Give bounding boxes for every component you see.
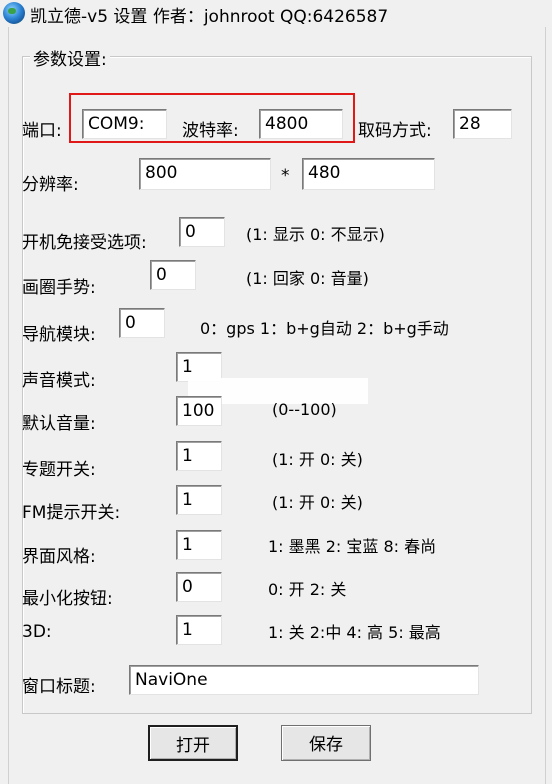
gesture-hint: (1: 回家 0: 音量) — [246, 269, 369, 288]
window-title-input[interactable]: NaviOne — [129, 665, 479, 695]
topic-switch-hint: (1: 开 0: 关) — [272, 450, 363, 469]
resolution-label: 分辨率: — [22, 175, 79, 195]
gesture-label: 画圈手势: — [22, 278, 96, 298]
group-title: 参数设置: — [30, 45, 110, 70]
3d-label: 3D: — [22, 622, 52, 642]
topic-switch-label: 专题开关: — [22, 460, 96, 480]
window-title: 凯立德-v5 设置 作者：johnroot QQ:6426587 — [30, 7, 389, 27]
boot-option-input[interactable]: 0 — [179, 217, 225, 247]
3d-hint: 1: 关 2:中 4: 高 5: 最高 — [268, 623, 441, 642]
gesture-input[interactable]: 0 — [150, 260, 196, 290]
minimize-button-input[interactable]: 0 — [176, 572, 222, 602]
ui-style-hint: 1: 墨黑 2: 宝蓝 8: 春尚 — [268, 537, 437, 556]
nav-module-hint: 0：gps 1：b+g自动 2：b+g手动 — [200, 319, 449, 338]
ui-style-label: 界面风格: — [22, 547, 96, 567]
boot-option-hint: (1: 显示 0: 不显示) — [246, 225, 385, 244]
port-label: 端口: — [22, 121, 62, 141]
resolution-width-input[interactable]: 800 — [139, 158, 271, 190]
3d-input[interactable]: 1 — [176, 615, 222, 645]
volume-label: 默认音量: — [22, 414, 96, 434]
fm-switch-label: FM提示开关: — [22, 503, 121, 523]
resolution-separator: * — [281, 166, 290, 186]
highlight-box — [69, 93, 355, 143]
open-button[interactable]: 打开 — [148, 725, 238, 761]
resolution-height-input[interactable]: 480 — [302, 158, 435, 190]
sound-mode-label: 声音模式: — [22, 371, 96, 391]
minimize-button-label: 最小化按钮: — [22, 589, 113, 609]
minimize-button-hint: 0: 开 2: 关 — [268, 580, 347, 599]
fm-switch-hint: (1: 开 0: 关) — [272, 493, 363, 512]
boot-option-label: 开机免接受选项: — [22, 233, 147, 253]
title-bar: 凯立德-v5 设置 作者：johnroot QQ:6426587 — [0, 0, 552, 27]
window-title-label: 窗口标题: — [22, 677, 96, 697]
topic-switch-input[interactable]: 1 — [176, 441, 222, 471]
nav-module-label: 导航模块: — [22, 325, 96, 345]
save-button[interactable]: 保存 — [281, 725, 371, 761]
globe-icon — [3, 2, 25, 24]
volume-input[interactable]: 100 — [176, 396, 222, 426]
mode-input[interactable]: 28 — [453, 109, 512, 139]
ui-style-input[interactable]: 1 — [176, 530, 222, 560]
volume-hint: (0--100) — [272, 400, 337, 419]
fm-switch-input[interactable]: 1 — [176, 485, 222, 515]
nav-module-input[interactable]: 0 — [119, 308, 165, 338]
mode-label: 取码方式: — [358, 121, 432, 141]
